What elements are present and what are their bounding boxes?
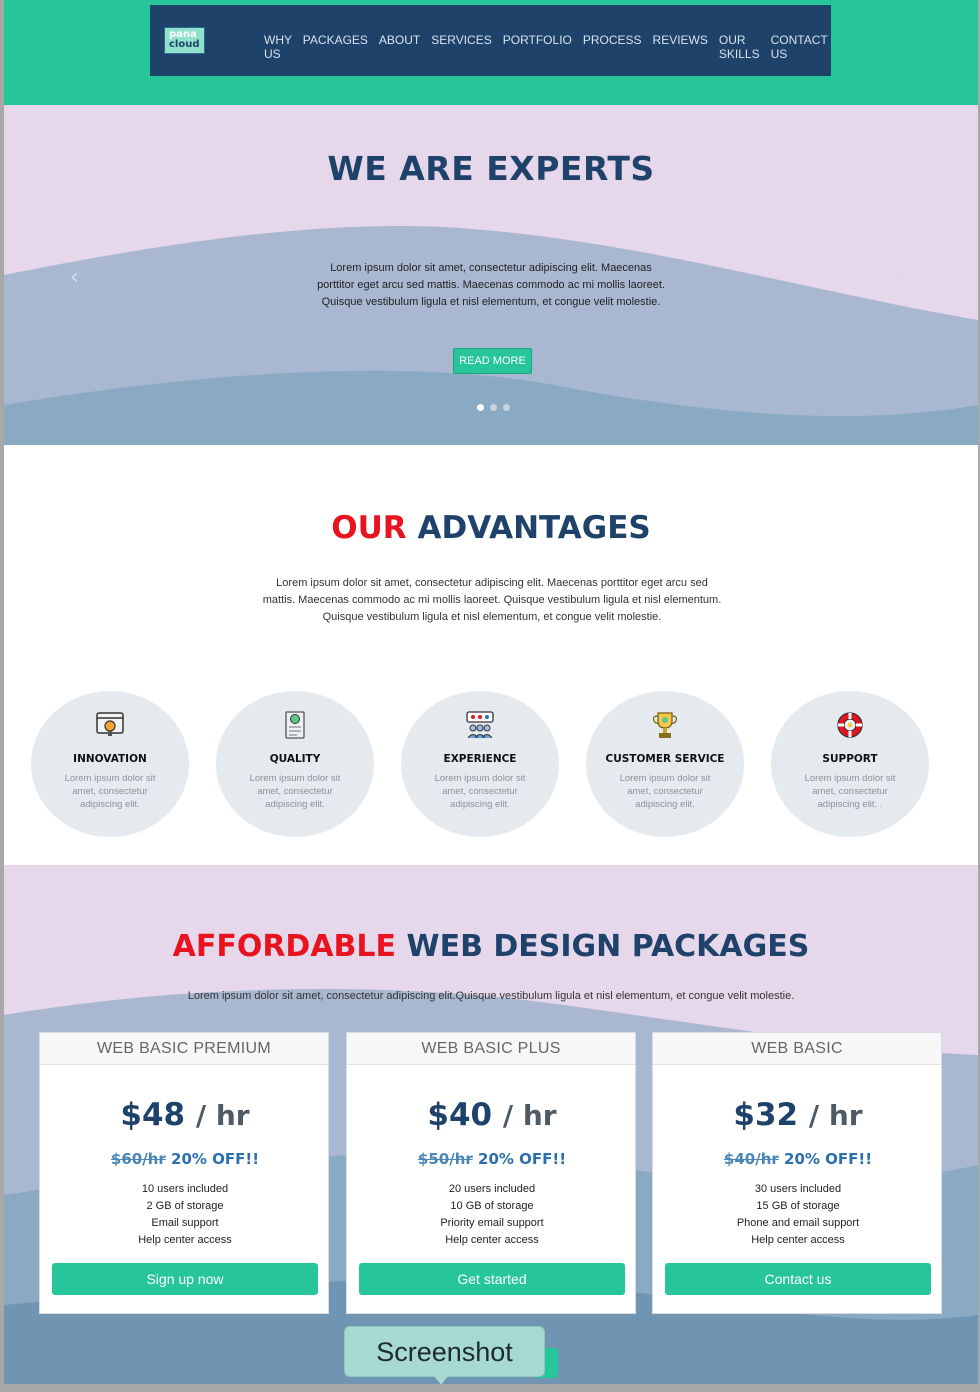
navbar: pana cloud WHY US PACKAGES ABOUT SERVICE… xyxy=(150,5,831,76)
carousel-dot[interactable] xyxy=(490,404,497,411)
advantage-innovation: INNOVATION Lorem ipsum dolor sit amet, c… xyxy=(31,691,189,837)
pricing-card: WEB BASIC PREMIUM $48 / hr $60/hr 20% OF… xyxy=(39,1032,329,1314)
discount-label: 20% OFF!! xyxy=(171,1150,260,1168)
price-amount: $40 xyxy=(427,1097,493,1133)
carousel-indicators xyxy=(477,404,510,411)
old-price: $50/hr xyxy=(417,1150,473,1168)
advantage-title: EXPERIENCE xyxy=(443,753,517,765)
chevron-right-icon[interactable]: › xyxy=(898,265,907,290)
advantages-list: INNOVATION Lorem ipsum dolor sit amet, c… xyxy=(31,691,951,837)
plan-feature: 10 GB of storage xyxy=(450,1200,534,1212)
advantage-desc: Lorem ipsum dolor sit amet, consectetur … xyxy=(64,773,156,810)
packages-section: AFFORDABLE WEB DESIGN PACKAGES Lorem ips… xyxy=(4,865,978,1384)
advantages-title-main: ADVANTAGES xyxy=(417,510,651,546)
nav-link-packages[interactable]: PACKAGES xyxy=(303,33,368,61)
nav-link-why-us[interactable]: WHY US xyxy=(264,33,292,61)
plan-price: $40 / hr xyxy=(347,1097,637,1133)
plan-feature: 15 GB of storage xyxy=(756,1200,840,1212)
tooltip-pointer xyxy=(434,1376,448,1385)
advantage-desc: Lorem ipsum dolor sit amet, consectetur … xyxy=(249,773,341,810)
pricing-card: WEB BASIC $32 / hr $40/hr 20% OFF!! 30 u… xyxy=(652,1032,942,1314)
plan-feature: 30 users included xyxy=(754,1183,842,1195)
nav-link-portfolio[interactable]: PORTFOLIO xyxy=(503,33,572,61)
advantage-experience: EXPERIENCE Lorem ipsum dolor sit amet, c… xyxy=(401,691,559,837)
carousel-dot[interactable] xyxy=(503,404,510,411)
nav-links: WHY US PACKAGES ABOUT SERVICES PORTFOLIO… xyxy=(264,33,838,61)
advantage-title: SUPPORT xyxy=(822,753,878,765)
old-price: $60/hr xyxy=(110,1150,166,1168)
advantage-desc: Lorem ipsum dolor sit amet, consectetur … xyxy=(619,773,711,810)
advantage-title: CUSTOMER SERVICE xyxy=(605,753,725,765)
read-more-button[interactable]: READ MORE xyxy=(453,348,532,374)
advantage-title: QUALITY xyxy=(269,753,321,765)
price-amount: $32 xyxy=(733,1097,799,1133)
advantages-title-highlight: OUR xyxy=(331,510,407,546)
hero-carousel: WE ARE EXPERTS ‹ › Lorem ipsum dolor sit… xyxy=(4,105,978,445)
top-bar: pana cloud WHY US PACKAGES ABOUT SERVICE… xyxy=(4,0,978,105)
plan-features: 20 users included 10 GB of storage Prior… xyxy=(347,1181,637,1249)
plan-feature: 10 users included xyxy=(141,1183,229,1195)
plan-feature: Phone and email support xyxy=(736,1217,860,1229)
carousel-dot[interactable] xyxy=(477,404,484,411)
hero-text: Lorem ipsum dolor sit amet, consectetur … xyxy=(317,262,665,308)
plan-discount: $50/hr 20% OFF!! xyxy=(347,1150,637,1168)
team-rating-icon xyxy=(466,711,494,739)
discount-label: 20% OFF!! xyxy=(784,1150,873,1168)
nav-link-our-skills[interactable]: OUR SKILLS xyxy=(719,33,760,61)
advantages-text: Lorem ipsum dolor sit amet, consectetur … xyxy=(262,577,722,623)
plan-discount: $60/hr 20% OFF!! xyxy=(40,1150,330,1168)
advantage-title: INNOVATION xyxy=(73,753,147,765)
plan-features: 30 users included 15 GB of storage Phone… xyxy=(653,1181,943,1249)
contact-us-button[interactable]: Contact us xyxy=(665,1263,931,1295)
plan-price: $32 / hr xyxy=(653,1097,943,1133)
advantage-customer-service: CUSTOMER SERVICE Lorem ipsum dolor sit a… xyxy=(586,691,744,837)
plan-feature: Email support xyxy=(151,1217,219,1229)
old-price: $40/hr xyxy=(723,1150,779,1168)
plan-name: WEB BASIC PLUS xyxy=(347,1033,635,1065)
plan-feature: 20 users included xyxy=(448,1183,536,1195)
nav-link-services[interactable]: SERVICES xyxy=(431,33,491,61)
plan-name: WEB BASIC xyxy=(653,1033,941,1065)
nav-link-contact-us[interactable]: CONTACT US xyxy=(771,33,828,61)
packages-title-highlight: AFFORDABLE xyxy=(172,929,397,964)
logo[interactable]: pana cloud xyxy=(164,27,205,54)
plan-price: $48 / hr xyxy=(40,1097,330,1133)
packages-title: AFFORDABLE WEB DESIGN PACKAGES xyxy=(4,929,978,964)
nav-link-about[interactable]: ABOUT xyxy=(379,33,420,61)
get-started-button[interactable]: Get started xyxy=(359,1263,625,1295)
sign-up-button[interactable]: Sign up now xyxy=(52,1263,318,1295)
plan-discount: $40/hr 20% OFF!! xyxy=(653,1150,943,1168)
plan-feature: Priority email support xyxy=(440,1217,544,1229)
price-unit: / hr xyxy=(808,1099,863,1132)
advantage-desc: Lorem ipsum dolor sit amet, consectetur … xyxy=(804,773,896,810)
screenshot-tooltip[interactable]: Screenshot xyxy=(344,1326,545,1377)
plan-feature: Help center access xyxy=(138,1234,232,1246)
nav-link-process[interactable]: PROCESS xyxy=(583,33,642,61)
price-amount: $48 xyxy=(120,1097,186,1133)
hero-title: WE ARE EXPERTS xyxy=(327,149,655,188)
plan-feature: Help center access xyxy=(445,1234,539,1246)
plan-name: WEB BASIC PREMIUM xyxy=(40,1033,328,1065)
page: pana cloud WHY US PACKAGES ABOUT SERVICE… xyxy=(4,0,978,1384)
plan-feature: Help center access xyxy=(751,1234,845,1246)
discount-label: 20% OFF!! xyxy=(478,1150,567,1168)
advantage-quality: QUALITY Lorem ipsum dolor sit amet, cons… xyxy=(216,691,374,837)
logo-text-bottom: cloud xyxy=(169,39,200,50)
advantages-title: OUR ADVANTAGES xyxy=(4,510,978,546)
lifebuoy-icon xyxy=(837,712,863,738)
trophy-icon xyxy=(652,712,678,738)
advantage-desc: Lorem ipsum dolor sit amet, consectetur … xyxy=(434,773,526,810)
certificate-icon xyxy=(285,711,305,739)
price-unit: / hr xyxy=(195,1099,250,1132)
packages-title-main: WEB DESIGN PACKAGES xyxy=(406,929,810,964)
lightbulb-icon xyxy=(96,712,124,736)
packages-text: Lorem ipsum dolor sit amet, consectetur … xyxy=(187,990,795,1002)
plan-features: 10 users included 2 GB of storage Email … xyxy=(40,1181,330,1249)
pricing-card: WEB BASIC PLUS $40 / hr $50/hr 20% OFF!!… xyxy=(346,1032,636,1314)
nav-link-reviews[interactable]: REVIEWS xyxy=(653,33,708,61)
chevron-left-icon[interactable]: ‹ xyxy=(70,265,79,290)
plan-feature: 2 GB of storage xyxy=(146,1200,224,1212)
price-unit: / hr xyxy=(502,1099,557,1132)
advantage-support: SUPPORT Lorem ipsum dolor sit amet, cons… xyxy=(771,691,929,837)
